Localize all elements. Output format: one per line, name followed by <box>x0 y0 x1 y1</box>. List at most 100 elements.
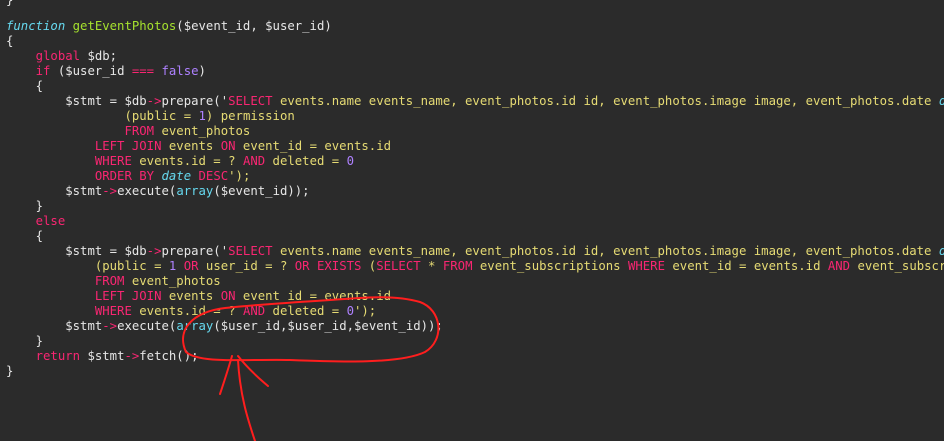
code-line: $stmt->execute(array($event_id)); <box>6 184 310 199</box>
code-token: (public = <box>124 109 199 123</box>
code-token: fetch(); <box>139 349 199 363</box>
code-line: return $stmt->fetch(); <box>6 349 199 364</box>
code-token: { <box>35 79 44 93</box>
code-token: { <box>35 229 44 243</box>
code-token: return <box>35 349 81 363</box>
code-line: } <box>6 334 43 349</box>
code-token: '); <box>228 169 251 183</box>
code-token: FROM <box>124 124 155 138</box>
code-line: FROM event_photos <box>6 124 250 139</box>
code-line-function-signature: function getEventPhotos($event_id, $user… <box>6 19 332 34</box>
code-line: LEFT JOIN events ON event_id = events.id <box>6 289 391 304</box>
code-token: $stmt <box>65 184 103 198</box>
code-token: prepare(' <box>161 94 229 108</box>
code-token: FROM <box>94 274 125 288</box>
code-line: ORDER BY date DESC'); <box>6 169 251 184</box>
code-line: FROM event_photos <box>6 274 221 289</box>
code-token: array <box>176 319 214 333</box>
code-token: events.id = ? <box>131 304 243 318</box>
code-token: } <box>35 334 44 348</box>
code-token: 0 <box>346 304 354 318</box>
code-editor[interactable]: } function getEventPhotos($event_id, $us… <box>0 0 944 441</box>
code-token: -> <box>146 244 162 258</box>
code-line: { <box>6 229 43 244</box>
code-token: date <box>939 94 944 108</box>
code-line: } <box>6 0 13 8</box>
code-token: LEFT JOIN <box>94 289 162 303</box>
code-token: $db; <box>80 49 118 63</box>
code-token: events <box>161 289 221 303</box>
code-token: ($user_id,$user_id,$event_id)); <box>213 319 443 333</box>
code-token: $stmt <box>65 319 103 333</box>
code-token: $stmt <box>80 349 125 363</box>
code-token: AND <box>827 259 851 273</box>
code-token: events.id = ? <box>131 154 243 168</box>
code-token: deleted = <box>265 304 347 318</box>
code-line: else <box>6 214 66 229</box>
code-token: AND <box>242 154 266 168</box>
code-token: if <box>35 64 51 78</box>
code-token: -> <box>102 184 118 198</box>
code-token: '); <box>354 304 377 318</box>
code-token: WHERE <box>94 304 132 318</box>
code-token: ($event_id)); <box>213 184 310 198</box>
code-token: SELECT <box>228 244 273 258</box>
code-token: ON <box>220 289 236 303</box>
code-token: prepare(' <box>161 244 229 258</box>
code-token: } <box>6 0 14 7</box>
code-token: event_photos <box>124 274 221 288</box>
code-token: DESC <box>198 169 229 183</box>
code-token: 0 <box>346 154 354 168</box>
code-token: else <box>35 214 66 228</box>
code-token: -> <box>102 319 118 333</box>
code-line: LEFT JOIN events ON event_id = events.id <box>6 139 391 154</box>
code-token: global <box>35 49 81 63</box>
code-line: } <box>6 364 13 379</box>
code-token: LEFT JOIN <box>94 139 162 153</box>
code-line-execute-highlighted: $stmt->execute(array($user_id,$user_id,$… <box>6 319 443 334</box>
code-line: $stmt = $db->prepare('SELECT events.name… <box>6 244 944 259</box>
code-token: WHERE <box>94 154 132 168</box>
code-token: event_subscriptions <box>472 259 628 273</box>
code-token: execute( <box>117 319 177 333</box>
code-line: WHERE events.id = ? AND deleted = 0 <box>6 154 354 169</box>
code-token: false <box>161 64 199 78</box>
function-name: getEventPhotos <box>72 19 177 33</box>
code-token: SELECT <box>228 94 273 108</box>
code-token: execute( <box>117 184 177 198</box>
code-token: $stmt = $db <box>65 244 147 258</box>
code-token: ($user_id <box>50 64 132 78</box>
code-line: (public = 1) permission <box>6 109 294 124</box>
code-token: date <box>939 244 944 258</box>
code-line: (public = 1 OR user_id = ? OR EXISTS (SE… <box>6 259 944 274</box>
code-token: ) <box>198 64 206 78</box>
code-token: event_photos <box>154 124 251 138</box>
code-token: function <box>6 19 66 33</box>
code-token: } <box>6 364 14 378</box>
code-token: event_id = events.id <box>235 139 392 153</box>
code-token: OR <box>294 259 310 273</box>
code-token: events <box>161 139 221 153</box>
code-token: array <box>176 184 214 198</box>
code-token: } <box>35 199 44 213</box>
code-token: -> <box>146 94 162 108</box>
code-token: event_subscriptions <box>857 259 944 273</box>
code-token: ON <box>220 139 236 153</box>
code-line: WHERE events.id = ? AND deleted = 0'); <box>6 304 376 319</box>
code-token: WHERE <box>627 259 665 273</box>
code-line: { <box>6 34 13 49</box>
code-token: FROM <box>442 259 473 273</box>
code-line: if ($user_id === false) <box>6 64 206 79</box>
code-token: OR <box>183 259 199 273</box>
code-token: event_id = events.id <box>665 259 828 273</box>
code-token: * <box>420 259 443 273</box>
code-token: ( <box>361 259 377 273</box>
code-token: { <box>6 34 14 48</box>
code-token: ($event_id, $user_id) <box>176 19 332 33</box>
code-token: ORDER BY <box>94 169 155 183</box>
code-token: deleted = <box>265 154 347 168</box>
code-token: -> <box>124 349 140 363</box>
